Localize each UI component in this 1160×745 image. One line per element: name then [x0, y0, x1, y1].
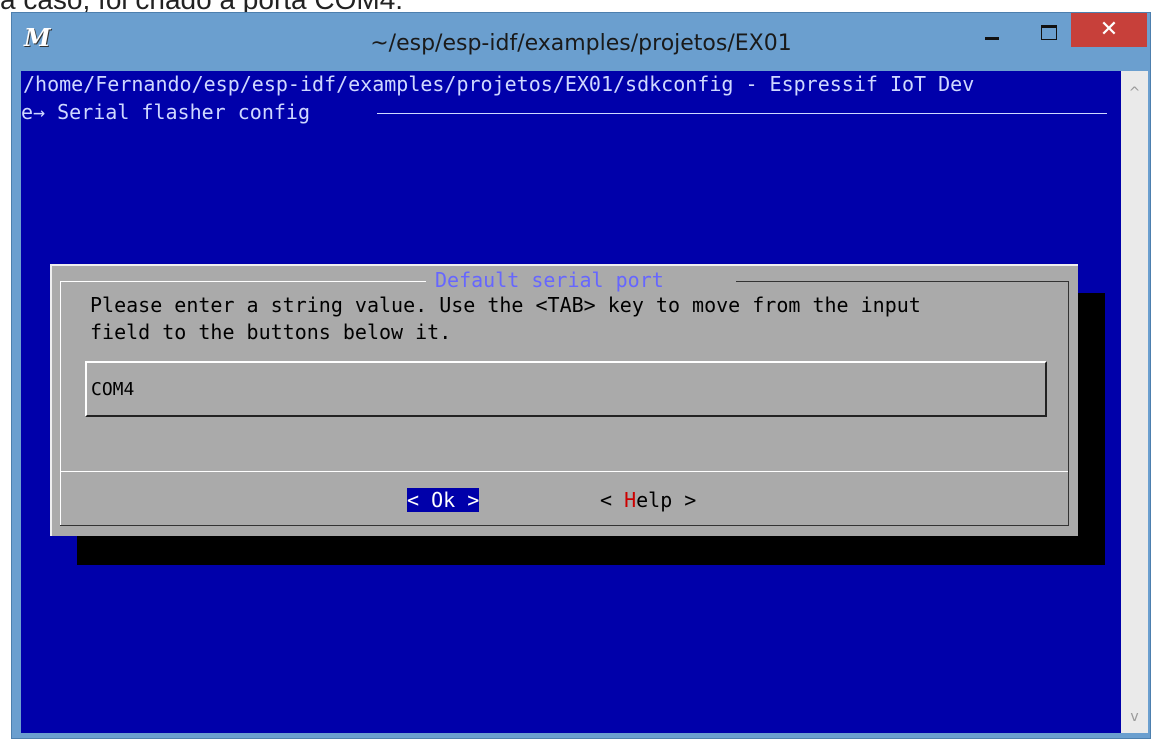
- help-hotkey: H: [624, 488, 637, 512]
- input-dialog: Default serial port Please enter a strin…: [50, 264, 1078, 536]
- serial-port-value[interactable]: COM4: [91, 377, 134, 403]
- terminal-area[interactable]: /home/Fernando/esp/esp-idf/examples/proj…: [21, 71, 1121, 733]
- terminal-window: M ~/esp/esp-idf/examples/projetos/EX01 ✕…: [11, 12, 1151, 739]
- maximize-button[interactable]: [1027, 17, 1071, 47]
- button-separator: [60, 471, 1068, 472]
- help-button[interactable]: < Help >: [600, 488, 696, 512]
- serial-port-input[interactable]: COM4: [85, 361, 1047, 417]
- dialog-title: Default serial port: [435, 268, 664, 292]
- help-button-rest: elp >: [636, 488, 697, 512]
- menu-breadcrumb: e→ Serial flasher config: [21, 100, 310, 124]
- vertical-scrollbar[interactable]: ^ v: [1121, 71, 1148, 733]
- dialog-frame-top: [736, 281, 1068, 282]
- title-bar[interactable]: M ~/esp/esp-idf/examples/projetos/EX01 ✕: [12, 13, 1150, 71]
- dialog-message: field to the buttons below it.: [90, 320, 452, 344]
- scroll-up-icon[interactable]: ^: [1121, 85, 1148, 105]
- dialog-frame-right: [1068, 281, 1069, 526]
- config-path-header: /home/Fernando/esp/esp-idf/examples/proj…: [23, 72, 975, 96]
- breadcrumb-rule: [377, 113, 1107, 114]
- minimize-button[interactable]: [972, 17, 1012, 47]
- ok-button[interactable]: < Ok >: [407, 488, 480, 512]
- scroll-down-icon[interactable]: v: [1121, 709, 1148, 729]
- dialog-frame-top: [60, 281, 426, 282]
- help-button-left: <: [600, 488, 625, 512]
- dialog-frame-left: [60, 281, 61, 526]
- close-button[interactable]: ✕: [1071, 13, 1147, 47]
- dialog-message: Please enter a string value. Use the <TA…: [90, 293, 921, 317]
- dialog-frame-bottom: [60, 525, 1069, 526]
